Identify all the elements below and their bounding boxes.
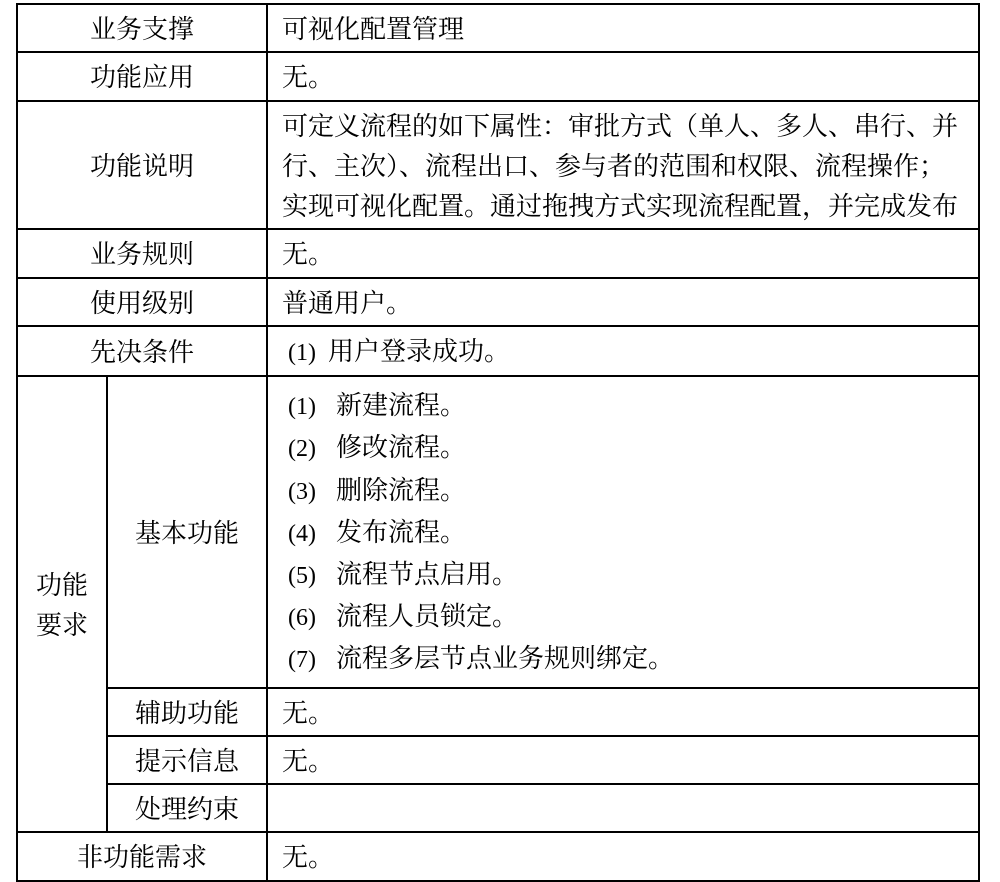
label-func-desc: 功能说明: [17, 101, 267, 230]
basic-func-list: (1)新建流程。(2)修改流程。(3)删除流程。(4)发布流程。(5)流程节点启…: [282, 384, 968, 679]
table-row: 辅助功能 无。: [17, 688, 979, 736]
list-item-text: 删除流程。: [328, 469, 466, 509]
list-item-num: (6): [288, 600, 328, 637]
table-row: 功能说明 可定义流程的如下属性：审批方式（单人、多人、串行、并行、主次）、流程出…: [17, 101, 979, 230]
table-row: 功能应用 无。: [17, 52, 979, 100]
label-prereq: 先决条件: [17, 326, 267, 376]
value-func-app: 无。: [267, 52, 979, 100]
prereq-item-text: 用户登录成功。: [328, 331, 510, 368]
list-item-text: 发布流程。: [328, 511, 466, 551]
label-aux-func: 辅助功能: [107, 688, 267, 736]
list-item: (3)删除流程。: [288, 469, 968, 511]
value-non-func: 无。: [267, 832, 979, 880]
value-use-level: 普通用户。: [267, 278, 979, 326]
list-item-num: (4): [288, 516, 328, 553]
spec-table: 业务支撑 可视化配置管理 功能应用 无。 功能说明 可定义流程的如下属性：审批方…: [16, 3, 980, 882]
list-item: (1)新建流程。: [288, 384, 968, 426]
value-aux-func: 无。: [267, 688, 979, 736]
value-biz-support: 可视化配置管理: [267, 4, 979, 52]
list-item-num: (1): [288, 389, 328, 426]
value-basic-func: (1)新建流程。(2)修改流程。(3)删除流程。(4)发布流程。(5)流程节点启…: [267, 376, 979, 687]
table-row: 非功能需求 无。: [17, 832, 979, 880]
table-row: 业务规则 无。: [17, 229, 979, 277]
value-proc-constr: [267, 784, 979, 832]
list-item-text: 修改流程。: [328, 426, 466, 466]
list-item: (2)修改流程。: [288, 426, 968, 468]
list-item-text: 流程人员锁定。: [328, 595, 518, 635]
label-prompt-info: 提示信息: [107, 736, 267, 784]
list-item-text: 流程多层节点业务规则绑定。: [328, 637, 674, 677]
list-item: (5)流程节点启用。: [288, 553, 968, 595]
table-row: 先决条件 (1)用户登录成功。: [17, 326, 979, 376]
table-row: 业务支撑 可视化配置管理: [17, 4, 979, 52]
list-item-num: (7): [288, 642, 328, 679]
label-biz-rule: 业务规则: [17, 229, 267, 277]
list-item: (6)流程人员锁定。: [288, 595, 968, 637]
value-prompt-info: 无。: [267, 736, 979, 784]
label-basic-func: 基本功能: [107, 376, 267, 687]
label-biz-support: 业务支撑: [17, 4, 267, 52]
list-item-text: 新建流程。: [328, 384, 466, 424]
value-func-desc: 可定义流程的如下属性：审批方式（单人、多人、串行、并行、主次）、流程出口、参与者…: [267, 101, 979, 230]
table-row: 使用级别 普通用户。: [17, 278, 979, 326]
label-non-func: 非功能需求: [17, 832, 267, 880]
value-prereq: (1)用户登录成功。: [267, 326, 979, 376]
list-item-num: (3): [288, 474, 328, 511]
list-item-num: (2): [288, 431, 328, 468]
table-row: 处理约束: [17, 784, 979, 832]
label-proc-constr: 处理约束: [107, 784, 267, 832]
list-item-text: 流程节点启用。: [328, 553, 518, 593]
label-func-app: 功能应用: [17, 52, 267, 100]
label-func-req: 功能要求: [17, 376, 107, 832]
list-item: (7)流程多层节点业务规则绑定。: [288, 637, 968, 679]
list-item-num: (5): [288, 558, 328, 595]
label-use-level: 使用级别: [17, 278, 267, 326]
table-row: 提示信息 无。: [17, 736, 979, 784]
prereq-item-num: (1): [282, 340, 328, 366]
list-item: (4)发布流程。: [288, 511, 968, 553]
value-biz-rule: 无。: [267, 229, 979, 277]
table-row: 功能要求 基本功能 (1)新建流程。(2)修改流程。(3)删除流程。(4)发布流…: [17, 376, 979, 687]
